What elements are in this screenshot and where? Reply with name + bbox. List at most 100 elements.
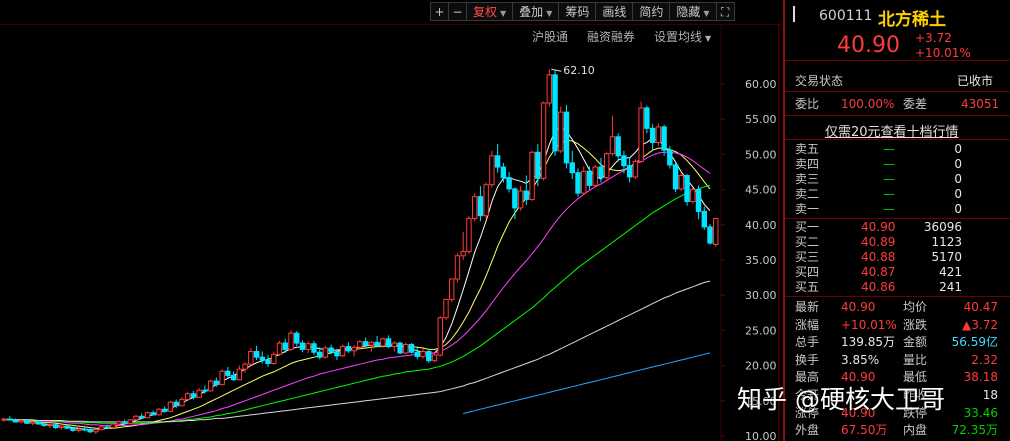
candle-body [581,170,587,194]
candle-body [213,380,220,386]
stat-value: 38.18 [963,370,998,385]
stat-value: 56.59亿 [951,335,998,350]
stat-value: 3.85% [841,352,880,367]
stat-value: 40.90 [841,300,876,314]
price-change: +3.72 [915,31,952,45]
y-tick-label: 30.00 [745,289,777,302]
y-tick-label: 10.00 [745,430,777,441]
candle-body [655,126,662,143]
candle-body [506,177,512,190]
candle-body [546,74,552,104]
candle-body [311,343,317,353]
candle-body [12,419,19,423]
moving-average-line [4,151,711,426]
candle-body [368,341,375,346]
stat-value: ▲3.72 [962,317,998,332]
stat-value: 18 [982,388,998,402]
candle-body [489,155,495,186]
candle-body [391,342,398,348]
y-tick-label: 45.00 [745,184,777,197]
buy-price: 40.86 [861,280,896,294]
candle-body [322,347,329,358]
buy-level-label: 买三 [795,250,820,264]
weibi-value: 100.00% [841,97,895,111]
candle-body [569,162,575,174]
candle-body [139,415,145,419]
kline-chart-area[interactable]: + − 复权 ▼ 叠加 ▼ 筹码 画线 简约 隐藏 ▼ ⛶ 沪股通 融资融券 设置均线… [0,0,781,441]
candle-body [494,155,501,168]
buy-volume: 5170 [931,250,962,264]
candle-body [259,356,266,361]
candle-body [236,368,243,381]
candle-body [449,278,455,300]
moving-average-line [4,280,711,423]
candle-body [202,389,208,392]
candle-body [701,210,707,228]
y-tick-label: 20.00 [745,360,777,373]
upgrade-level2-link[interactable]: 仅需20元查看十档行情 [825,121,959,140]
candle-body [420,351,426,357]
stat-label: 涨幅 [795,317,820,332]
candle-body [93,429,99,433]
peak-label: 62.10 [563,64,595,77]
candle-body [615,136,621,157]
candle-body [609,136,616,155]
candle-body [162,408,168,412]
candle-body [7,418,13,421]
sell-volume: 0 [954,142,962,156]
candle-body [403,343,409,354]
candle-body [632,160,639,178]
sell-price: — [883,202,895,216]
candle-body [70,427,76,431]
candle-body [621,155,627,167]
stat-label: 涨跌 [903,317,928,332]
candle-body [397,342,403,354]
stock-name: 北方稀土 [878,10,946,30]
stat-label: 内盘 [903,423,928,438]
y-tick-label: 55.00 [745,113,777,126]
buy-price: 40.90 [861,220,896,234]
stat-label: 量比 [903,352,928,367]
candle-body [219,370,225,386]
candle-body [41,423,47,426]
sell-level-label: 卖五 [795,142,820,156]
candle-body [110,423,116,429]
candle-body [98,426,105,431]
candle-body [426,351,432,362]
quote-panel: 600111 北方稀土 40.90 +3.72 +10.01% 交易状态 已收市… [783,0,1010,441]
candle-body [58,425,65,429]
candle-body [586,170,593,186]
candle-body [678,175,685,190]
sell-level-label: 卖一 [795,202,820,216]
candle-body [317,351,323,358]
candle-body [52,424,59,429]
candle-body [35,421,42,425]
sell-price: — [883,172,895,186]
weicha-value: 43051 [961,97,1000,111]
candle-body [167,401,174,412]
candle-body [121,421,128,424]
candle-body [408,343,415,353]
candle-body [414,351,420,357]
buy-price: 40.88 [861,250,896,264]
peak-arrow [551,68,562,72]
candle-body [500,166,507,179]
candlestick-chart: 60.00 55.00 50.00 45.00 40.00 35.00 30.00 25.00… [1,25,780,441]
sell-volume: 0 [954,172,962,186]
candle-body [30,421,36,424]
stat-label: 最新 [795,300,820,314]
candle-body [173,401,179,407]
stat-value: 139.85万 [841,335,895,350]
buy-price: 40.87 [861,265,896,279]
sell-volume: 0 [954,157,962,171]
candle-body [575,172,581,194]
candle-body [563,111,570,164]
candle-body [305,343,311,350]
candle-body [523,190,530,200]
sell-volume: 0 [954,202,962,216]
candle-body [81,428,88,431]
candle-body [184,393,191,400]
buy-volume: 421 [939,265,962,279]
candle-body [144,412,151,419]
candle-body [276,342,283,355]
